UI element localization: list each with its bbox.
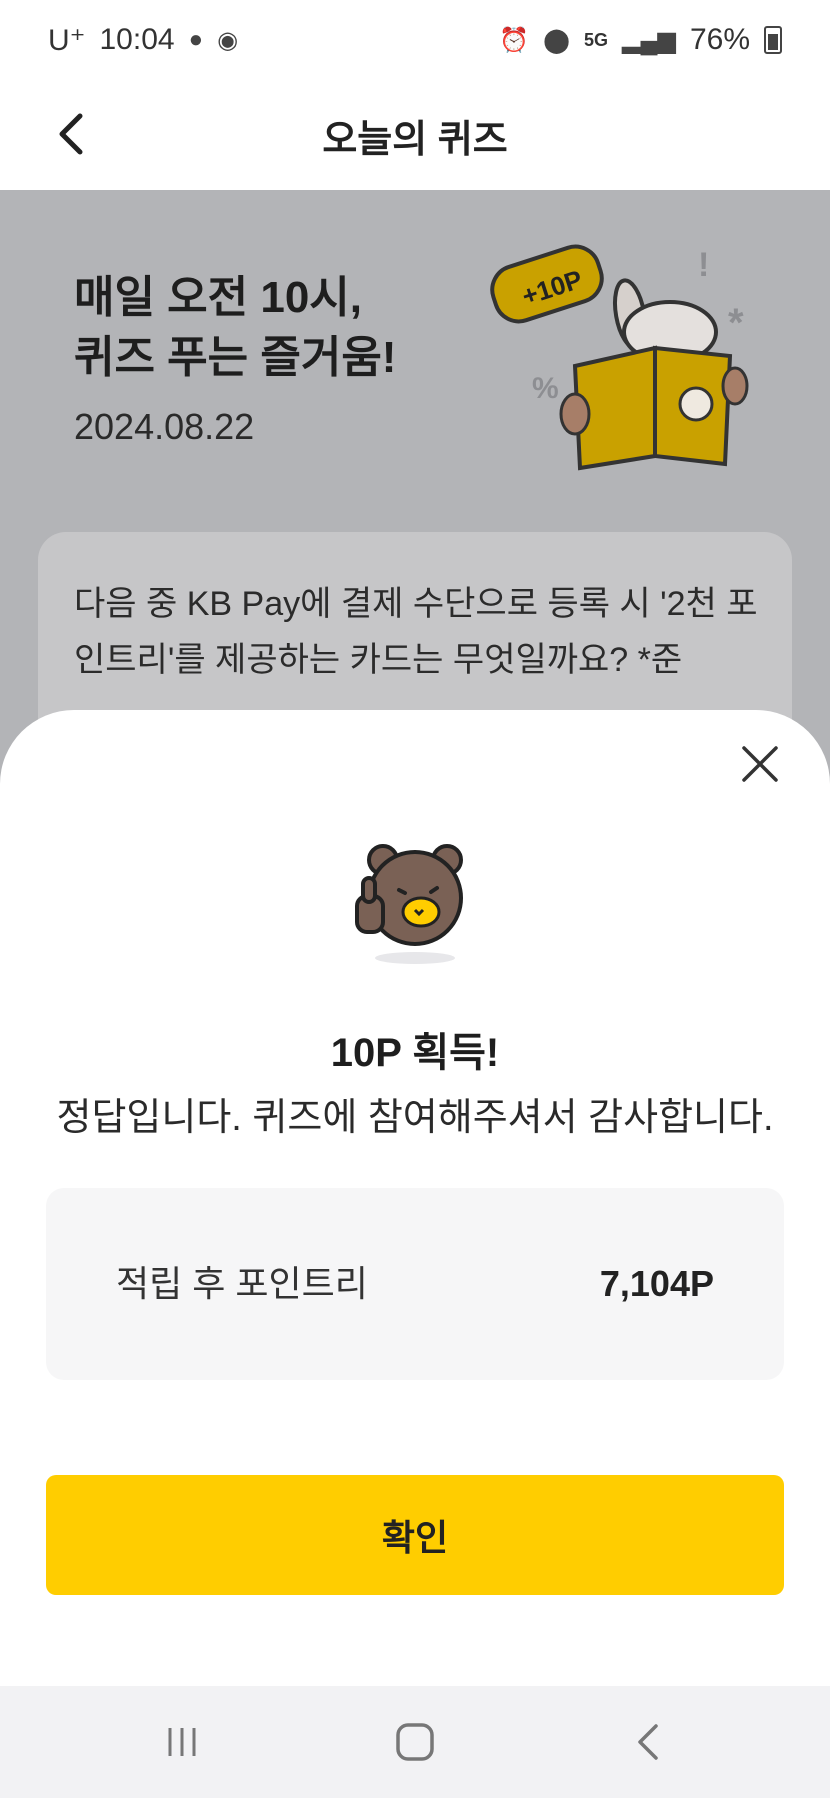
battery-percent: 76% (689, 23, 750, 56)
battery-icon (764, 26, 782, 54)
home-icon (396, 1723, 434, 1761)
points-value: 7,104P (599, 1263, 714, 1304)
status-bar-right: ⏰ ⬤ 5G ▂▄▆ 76% (499, 23, 782, 57)
app-notification-icon: ◉ (217, 26, 239, 54)
confirm-button[interactable]: 확인 (46, 1475, 784, 1595)
points-label: 적립 후 포인트리 (116, 1263, 368, 1304)
notification-icon: ● (188, 26, 204, 53)
page-title: 오늘의 퀴즈 (322, 118, 508, 161)
nav-recents-button[interactable] (152, 1712, 212, 1772)
result-bottom-sheet: 10P 획득! 정답입니다. 퀴즈에 참여해주셔서 감사합니다. 적립 후 포인… (0, 710, 830, 1685)
app-header: 오늘의 퀴즈 (0, 80, 830, 190)
quiz-illustration: +10P ! * % (490, 244, 749, 471)
back-button[interactable] (40, 102, 104, 166)
system-nav-bar (0, 1686, 830, 1798)
bear-thumbs-up-icon (355, 844, 463, 964)
clock: 10:04 (99, 23, 175, 56)
points-summary: 적립 후 포인트리 7,104P (46, 1188, 784, 1380)
back-icon (638, 1724, 658, 1760)
result-title: 10P 획득! (330, 1031, 500, 1075)
nav-back-button[interactable] (618, 1712, 678, 1772)
question-text: 다음 중 KB Pay에 결제 수단으로 등록 시 '2천 포인트리'를 제공하… (74, 585, 758, 679)
recents-icon (168, 1728, 196, 1756)
status-bar: U⁺ 10:04 ● ◉ ⏰ ⬤ 5G ▂▄▆ 76% (0, 0, 830, 80)
result-message: 정답입니다. 퀴즈에 참여해주셔서 감사합니다. (56, 1097, 774, 1139)
svg-text:%: % (532, 372, 559, 405)
close-icon (742, 746, 778, 782)
chevron-left-icon (59, 113, 83, 155)
close-button[interactable] (730, 734, 790, 794)
signal-icon: ▂▄▆ (622, 26, 676, 54)
banner-headline: 매일 오전 10시, 퀴즈 푸는 즐거움! (74, 273, 397, 382)
points-badge: +10P (490, 244, 604, 324)
nav-home-button[interactable] (385, 1712, 445, 1772)
svg-text:*: * (728, 301, 744, 345)
carrier-label: U⁺ (48, 23, 86, 57)
network-type: 5G (584, 29, 609, 50)
location-icon: ⬤ (543, 26, 571, 54)
svg-text:!: ! (698, 246, 709, 284)
quiz-date: 2024.08.22 (74, 406, 255, 447)
status-bar-left: U⁺ 10:04 ● ◉ (48, 23, 238, 58)
alarm-icon: ⏰ (499, 26, 530, 54)
